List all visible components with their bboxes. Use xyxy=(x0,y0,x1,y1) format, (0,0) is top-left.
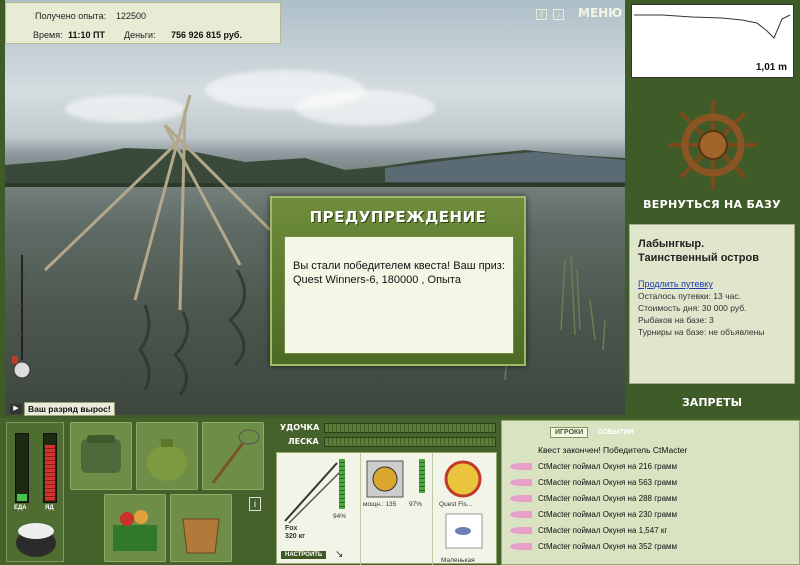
tackle-bars: УДОЧКА ЛЕСКА xyxy=(276,421,497,451)
lure-icon xyxy=(510,527,532,534)
depth-value: 1,01 m xyxy=(755,62,787,73)
lure-icon xyxy=(510,543,532,550)
reel-condition-bar xyxy=(419,459,425,493)
gear-rod[interactable]: 94% Fox 320 кг НАСТРОИТЬ ↘ xyxy=(277,453,361,565)
cauldron-icon[interactable] xyxy=(11,515,61,559)
reel-icon xyxy=(366,460,404,498)
lure-icon xyxy=(510,511,532,518)
info-line: Рыбаков на базе: 3 xyxy=(638,315,714,325)
fishing-rod-icon[interactable] xyxy=(8,250,36,400)
reel-percent: 97% xyxy=(409,501,423,508)
lure-name: Маленькая xyxy=(441,557,475,564)
dialog-message: Вы стали победителем квеста! Ваш приз: Q… xyxy=(284,236,514,354)
bag-icon xyxy=(81,435,121,473)
food-label: ЕДА xyxy=(14,505,27,511)
sound-icon[interactable]: ♪ xyxy=(553,9,564,20)
list-item: CtMacter поймал Окуня на 216 грамм xyxy=(510,461,790,475)
line-label: ЛЕСКА xyxy=(288,437,319,446)
info-icon[interactable]: i xyxy=(249,497,261,511)
reel-power: мощн.: 135 xyxy=(363,501,397,508)
food-meter xyxy=(15,433,29,503)
extend-permit-link[interactable]: Продлить путевку xyxy=(638,279,713,289)
dialog-title: ПРЕДУПРЕЖДЕНИЕ xyxy=(309,208,487,226)
list-item: CtMacter поймал Окуня на 288 грамм xyxy=(510,493,790,507)
arrow-right-icon: ▶ xyxy=(10,404,22,414)
inventory-slot-net[interactable] xyxy=(202,422,264,490)
sack-icon xyxy=(147,439,187,481)
ship-wheel-icon[interactable] xyxy=(668,100,758,190)
poison-meter xyxy=(43,433,57,503)
lure-icon xyxy=(445,513,483,549)
rank-message: Ваш разряд вырос! xyxy=(24,402,115,416)
stats-panel: Получено опыта: 122500 Время: 11:10 ПТ Д… xyxy=(5,2,281,44)
location-info: Лабынгкыр. Таинственный остров Продлить … xyxy=(629,224,795,384)
location-name: Лабынгкыр. Таинственный остров xyxy=(638,238,759,264)
events-panel: ИГРОКИ СОБЫТИЯ Квест закончен! Победител… xyxy=(501,420,800,565)
rod-condition-bar xyxy=(339,459,345,509)
list-item: CtMacter поймал Окуня на 563 грамм xyxy=(510,477,790,491)
gear-reel[interactable]: мощн.: 135 97% xyxy=(361,453,433,565)
lure-icon xyxy=(510,463,532,470)
food-basket-icon xyxy=(113,510,157,551)
rod-weight: 320 кг xyxy=(285,533,306,540)
info-line: Турниры на базе: не объявлены xyxy=(638,327,765,337)
bans-button[interactable]: ЗАПРЕТЫ xyxy=(630,396,794,409)
tab-events[interactable]: СОБЫТИЯ xyxy=(593,428,638,437)
money-value: 756 926 815 руб. xyxy=(171,30,242,40)
exp-label: Получено опыта: xyxy=(35,11,107,21)
info-line: Стоимость дня: 30 000 руб. xyxy=(638,303,747,313)
arrow-diagonal-icon[interactable]: ↘ xyxy=(335,549,343,560)
meters-gauges xyxy=(11,433,61,505)
rod-name: Fox xyxy=(285,525,298,532)
pause-icon[interactable]: ‖ xyxy=(536,9,547,20)
info-line: Осталось путевки: 13 час. xyxy=(638,291,741,301)
time-label: Время: xyxy=(33,30,63,40)
gear-panel: 94% Fox 320 кг НАСТРОИТЬ ↘ мощн.: 135 97… xyxy=(276,452,497,565)
warning-dialog[interactable]: ПРЕДУПРЕЖДЕНИЕ Вы стали победителем квес… xyxy=(270,196,526,366)
rod-label: УДОЧКА xyxy=(280,423,320,432)
inventory-slot-bucket[interactable] xyxy=(170,494,232,562)
exp-value: 122500 xyxy=(116,11,147,21)
tab-players[interactable]: ИГРОКИ xyxy=(550,427,589,438)
menu-button[interactable]: МЕНЮ xyxy=(578,6,622,20)
inventory-slot-food-basket[interactable] xyxy=(104,494,166,562)
rod-icon xyxy=(284,462,341,524)
bucket-icon xyxy=(182,518,220,554)
landing-net-icon xyxy=(211,429,260,484)
lure-icon xyxy=(510,479,532,486)
meters-panel: ЕДА ЯД xyxy=(6,422,64,562)
inventory-slot-bag[interactable] xyxy=(70,422,132,490)
setup-button[interactable]: НАСТРОИТЬ xyxy=(281,551,327,559)
events-header: Квест закончен! Победитель CtMacter xyxy=(538,445,688,455)
inventory-slot-sack[interactable] xyxy=(136,422,198,490)
list-item: CtMacter поймал Окуня на 352 грамм xyxy=(510,541,790,555)
money-label: Деньги: xyxy=(124,30,156,40)
gear-line-lure[interactable]: Quest Fis... Маленькая xyxy=(433,453,497,565)
poison-label: ЯД xyxy=(45,505,54,511)
time-value: 11:10 ПТ xyxy=(68,30,105,40)
line-name: Quest Fis... xyxy=(439,501,473,508)
depth-graph: 1,01 m xyxy=(631,4,794,78)
rod-strength-bar xyxy=(324,423,496,433)
list-item: CtMacter поймал Окуня на 230 грамм xyxy=(510,509,790,523)
events-tabs: ИГРОКИ СОБЫТИЯ xyxy=(550,425,640,438)
rod-percent: 94% xyxy=(333,513,347,520)
lure-icon xyxy=(510,495,532,502)
return-to-base-button[interactable]: ВЕРНУТЬСЯ НА БАЗУ xyxy=(630,198,794,211)
list-item: CtMacter поймал Окуня на 1,547 кг xyxy=(510,525,790,539)
line-strength-bar xyxy=(324,437,496,447)
line-spool-icon xyxy=(444,460,482,498)
